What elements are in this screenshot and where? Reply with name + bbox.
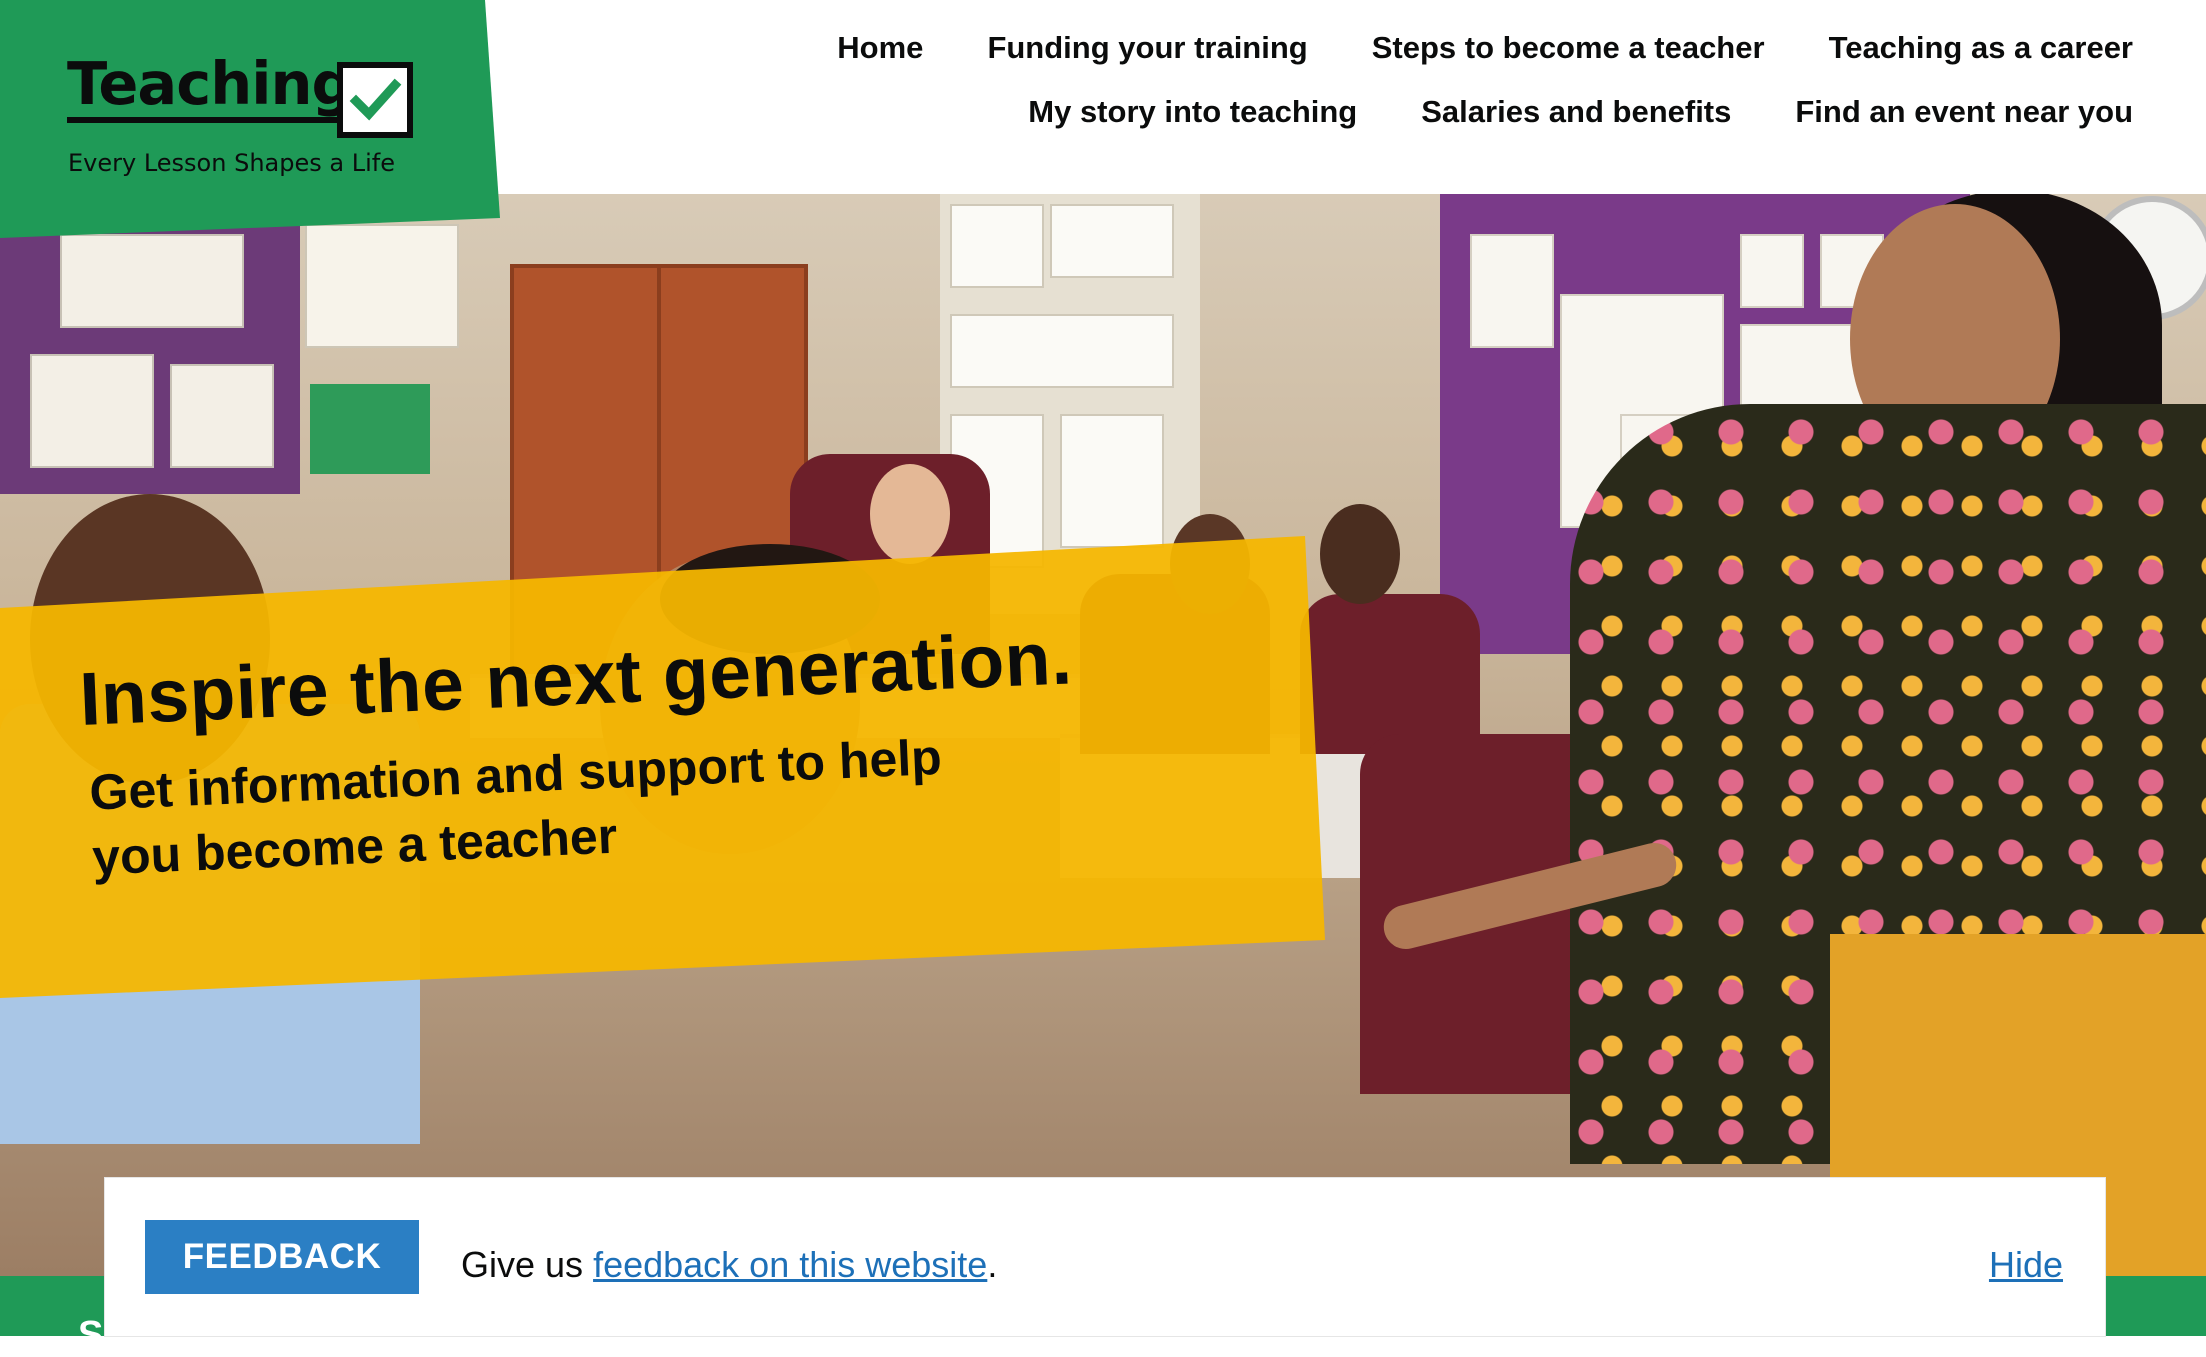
classroom-display-board bbox=[0, 194, 300, 494]
primary-nav-row-1: Home Funding your training Steps to beco… bbox=[837, 30, 2133, 66]
nav-teaching-as-a-career[interactable]: Teaching as a career bbox=[1829, 30, 2133, 66]
check-icon bbox=[337, 62, 413, 138]
nav-funding-your-training[interactable]: Funding your training bbox=[987, 30, 1307, 66]
feedback-prefix: Give us bbox=[461, 1244, 584, 1285]
nav-steps-to-become-a-teacher[interactable]: Steps to become a teacher bbox=[1372, 30, 1765, 66]
hero-banner-text: Inspire the next generation. Get informa… bbox=[78, 615, 1080, 890]
feedback-message: Give us feedback on this website. bbox=[461, 1244, 997, 1286]
nav-home[interactable]: Home bbox=[837, 30, 923, 66]
nav-my-story-into-teaching[interactable]: My story into teaching bbox=[1028, 94, 1357, 130]
nav-find-an-event[interactable]: Find an event near you bbox=[1795, 94, 2133, 130]
feedback-bar: FEEDBACK Give us feedback on this websit… bbox=[105, 1178, 2105, 1336]
logo-tagline: Every Lesson Shapes a Life bbox=[68, 149, 395, 177]
primary-nav-row-2: My story into teaching Salaries and bene… bbox=[1028, 94, 2133, 130]
site-logo[interactable]: Teaching Every Lesson Shapes a Life bbox=[0, 0, 500, 238]
feedback-link[interactable]: feedback on this website bbox=[593, 1244, 987, 1285]
feedback-suffix: . bbox=[987, 1244, 998, 1285]
logo-wordmark: Teaching bbox=[67, 54, 354, 123]
hide-link[interactable]: Hide bbox=[1989, 1244, 2063, 1286]
feedback-button[interactable]: FEEDBACK bbox=[145, 1220, 419, 1294]
nav-salaries-and-benefits[interactable]: Salaries and benefits bbox=[1421, 94, 1731, 130]
